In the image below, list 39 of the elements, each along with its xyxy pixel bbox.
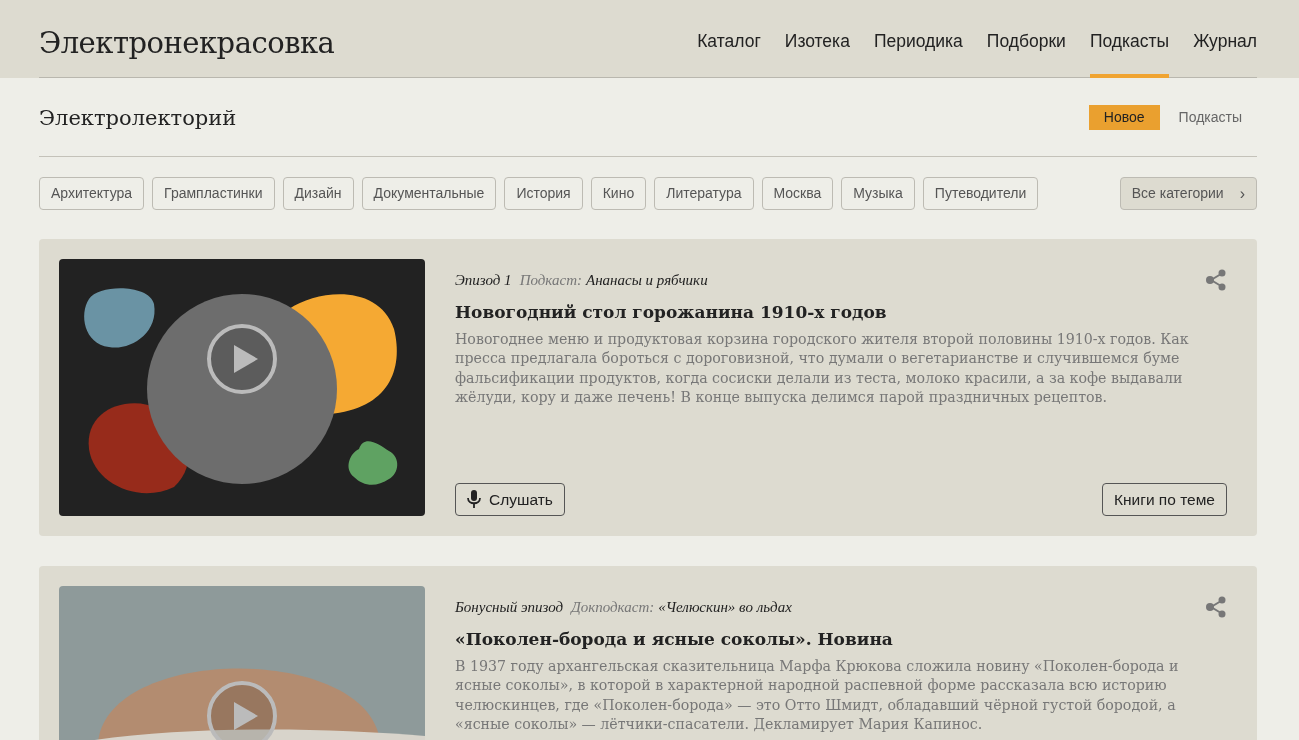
episode-label: Бонусный эпизод [455, 598, 564, 617]
chevron-icon: › [1239, 185, 1245, 202]
site-logo[interactable]: Электронекрасовка [39, 0, 335, 77]
category-chip[interactable]: Путеводители [922, 177, 1039, 210]
nav-link[interactable]: Изотека [784, 0, 850, 78]
podcast-label: Докподкаст: [571, 598, 655, 617]
episode-label: Эпизод 1 [455, 271, 512, 290]
nav-link[interactable]: Каталог [697, 0, 761, 78]
share-icon[interactable] [1205, 269, 1227, 291]
nav-link[interactable]: Подборки [986, 0, 1066, 78]
category-chip[interactable]: Музыка [841, 177, 915, 210]
category-chip[interactable]: Кино [590, 177, 647, 210]
category-chip[interactable]: Документальные [361, 177, 497, 210]
section-tab[interactable]: Новое [1088, 104, 1160, 130]
play-icon[interactable] [206, 323, 278, 395]
podcast-label: Подкаст: [519, 271, 582, 290]
listen-button[interactable]: Слушать [455, 482, 565, 516]
all-categories-button[interactable]: Все категории › [1119, 177, 1257, 210]
category-chip[interactable]: Литература [654, 177, 754, 210]
episode-description: Новогоднее меню и продуктовая корзина городского жителя второй половины 1910-х годов. Как пресса предлагала бороться с дороговизной, что думали о вегетарианстве и случившемся буме фальсификации продуктов, когда сосиски делали из теста, молоко красили, а за кофе выдавали жёлуди, кору и даже печень! В конце выпуска делимся парой праздничных рецептов. [455, 329, 1190, 408]
books-button[interactable]: Книги по теме [1102, 482, 1227, 516]
nav-link[interactable]: Подкасты [1089, 0, 1170, 78]
episode-title: Новогодний стол горожанина 1910-х годов [455, 301, 888, 322]
category-chip[interactable]: Москва [761, 177, 834, 210]
podcast-link[interactable]: Ананасы и рябчики [586, 269, 708, 292]
microphone-icon [467, 490, 481, 509]
nav-link[interactable]: Периодика [873, 0, 963, 78]
play-icon[interactable] [206, 680, 278, 740]
section-tab[interactable]: Подкасты [1163, 104, 1257, 130]
episode-title: «Поколен-борода и ясные соколы». Новина [455, 628, 894, 649]
share-icon[interactable] [1205, 596, 1227, 618]
podcast-link[interactable]: «Челюскин» во льдах [658, 596, 792, 619]
category-chip[interactable]: Дизайн [282, 177, 354, 210]
category-chip[interactable]: Грампластинки [152, 177, 275, 210]
category-chip[interactable]: История [504, 177, 583, 210]
section-title: Электролекторий [39, 105, 237, 132]
episode-description: В 1937 году архангельская сказительница Марфа Крюкова сложила новину «Поколен-борода и ясные соколы», в которой в характерной народной распевной форме рассказала всю историю челюскинцев, где «Поколен-борода» — это Отто Шмидт, обладавший чёрной густой бородой, а «ясные соколы» — лётчики-спасатели. Декламирует Мария Капинос. [455, 656, 1180, 735]
nav-link[interactable]: Журнал [1193, 0, 1257, 78]
category-chip[interactable]: Архитектура [39, 177, 145, 210]
